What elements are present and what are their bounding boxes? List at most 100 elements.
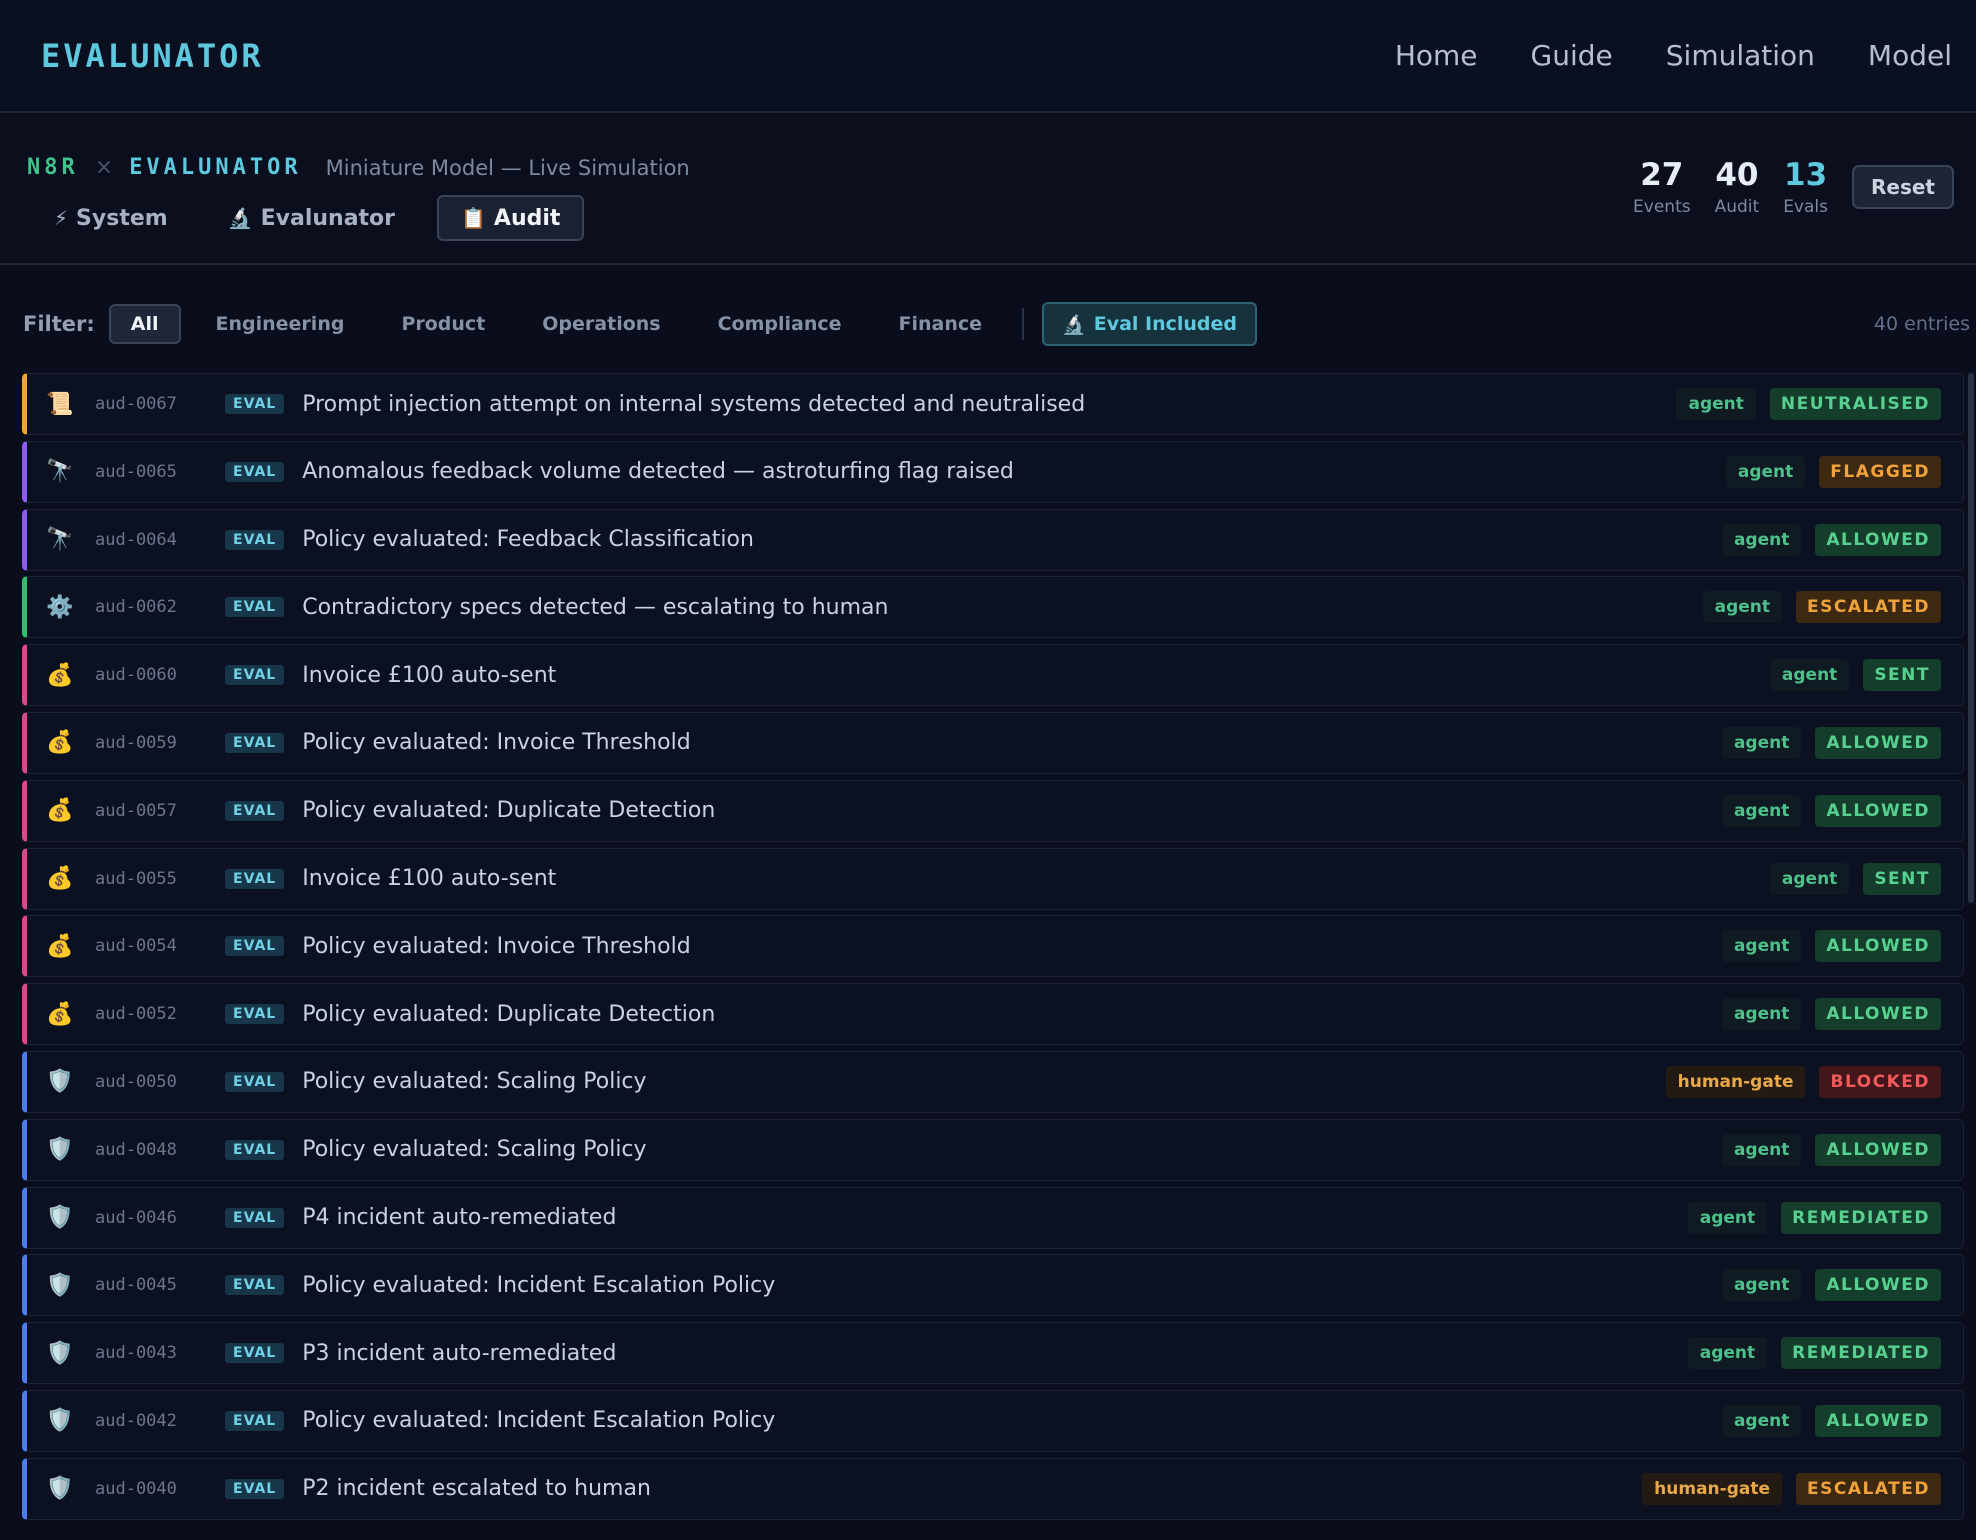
- audit-row[interactable]: 🛡️ aud-0046 EVAL P4 incident auto-remedi…: [22, 1186, 1964, 1249]
- eval-included-toggle[interactable]: 🔬 Eval Included: [1042, 302, 1258, 346]
- actor-badge: agent: [1721, 1404, 1802, 1437]
- filter-chip-operations[interactable]: Operations: [520, 304, 682, 344]
- nav-link-simulation[interactable]: Simulation: [1666, 39, 1815, 72]
- microscope-icon: 🔬: [227, 206, 253, 230]
- brand-logo[interactable]: EVALUNATOR: [41, 37, 264, 75]
- status-badge: ESCALATED: [1796, 1472, 1941, 1505]
- clipboard-icon: 📋: [461, 206, 486, 230]
- audit-description: P3 incident auto-remediated: [302, 1340, 617, 1366]
- audit-id: aud-0062: [95, 597, 177, 618]
- telescope-icon: 🔭: [46, 527, 74, 553]
- gear-icon: ⚙️: [46, 594, 74, 620]
- money-bag-icon: 💰: [46, 1001, 74, 1027]
- status-badge: NEUTRALISED: [1769, 388, 1941, 420]
- actor-badge: agent: [1676, 388, 1756, 420]
- audit-id: aud-0060: [95, 665, 177, 686]
- stat-audit-value: 40: [1715, 157, 1759, 193]
- audit-row[interactable]: 🛡️ aud-0043 EVAL P3 incident auto-remedi…: [22, 1322, 1964, 1385]
- money-bag-icon: 💰: [46, 798, 74, 824]
- filter-label: Filter:: [23, 312, 95, 336]
- shield-icon: 🛡️: [46, 1137, 74, 1163]
- audit-row[interactable]: 🛡️ aud-0050 EVAL Policy evaluated: Scali…: [22, 1050, 1964, 1113]
- eval-badge: EVAL: [225, 665, 285, 686]
- audit-description: Policy evaluated: Scaling Policy: [302, 1069, 647, 1095]
- shield-icon: 🛡️: [46, 1069, 74, 1095]
- tab-system-label: System: [76, 205, 168, 231]
- audit-row[interactable]: 🔭 aud-0064 EVAL Policy evaluated: Feedba…: [22, 508, 1964, 571]
- actor-badge: agent: [1725, 455, 1806, 488]
- audit-description: Policy evaluated: Duplicate Detection: [302, 798, 716, 824]
- nav-link-guide[interactable]: Guide: [1531, 39, 1613, 72]
- audit-row[interactable]: 💰 aud-0055 EVAL Invoice £100 auto-sent a…: [22, 847, 1964, 910]
- audit-row[interactable]: 💰 aud-0060 EVAL Invoice £100 auto-sent a…: [22, 644, 1964, 707]
- scroll-icon: 📜: [46, 391, 74, 417]
- audit-description: Policy evaluated: Duplicate Detection: [302, 1001, 716, 1027]
- audit-id: aud-0067: [95, 394, 177, 414]
- audit-id: aud-0048: [95, 1139, 177, 1160]
- audit-id: aud-0064: [95, 529, 177, 550]
- status-badge: ALLOWED: [1815, 1133, 1941, 1166]
- shield-icon: 🛡️: [46, 1205, 74, 1231]
- filter-chip-product[interactable]: Product: [379, 304, 507, 344]
- audit-row[interactable]: 🛡️ aud-0045 EVAL Policy evaluated: Incid…: [22, 1254, 1964, 1317]
- eval-badge: EVAL: [225, 1004, 285, 1025]
- audit-description: Policy evaluated: Incident Escalation Po…: [302, 1408, 776, 1434]
- eval-badge: EVAL: [225, 1478, 285, 1499]
- list-scrollbar[interactable]: [1968, 373, 1974, 903]
- money-bag-icon: 💰: [46, 730, 74, 756]
- stat-events: 27 Events: [1633, 157, 1691, 217]
- status-badge: ALLOWED: [1815, 726, 1941, 759]
- tab-audit[interactable]: 📋 Audit: [437, 195, 585, 241]
- audit-row[interactable]: 🛡️ aud-0042 EVAL Policy evaluated: Incid…: [22, 1389, 1964, 1452]
- audit-description: Policy evaluated: Incident Escalation Po…: [302, 1272, 776, 1298]
- eval-badge: EVAL: [225, 597, 285, 618]
- audit-row[interactable]: 💰 aud-0057 EVAL Policy evaluated: Duplic…: [22, 779, 1964, 842]
- status-badge: REMEDIATED: [1781, 1337, 1941, 1370]
- audit-id: aud-0043: [95, 1343, 177, 1364]
- actor-badge: agent: [1769, 659, 1850, 692]
- audit-row[interactable]: ⚙️ aud-0062 EVAL Contradictory specs det…: [22, 576, 1964, 639]
- audit-description: Policy evaluated: Feedback Classificatio…: [302, 527, 754, 553]
- audit-id: aud-0054: [95, 936, 177, 957]
- filter-chip-all[interactable]: All: [108, 304, 181, 344]
- audit-row[interactable]: 🔭 aud-0065 EVAL Anomalous feedback volum…: [22, 440, 1964, 503]
- reset-button[interactable]: Reset: [1852, 165, 1954, 209]
- actor-badge: agent: [1721, 726, 1802, 759]
- audit-description: Invoice £100 auto-sent: [302, 662, 557, 688]
- actor-badge: agent: [1721, 1269, 1802, 1302]
- audit-row[interactable]: 💰 aud-0059 EVAL Policy evaluated: Invoic…: [22, 711, 1964, 774]
- audit-row[interactable]: 🛡️ aud-0048 EVAL Policy evaluated: Scali…: [22, 1118, 1964, 1181]
- status-badge: ALLOWED: [1815, 794, 1941, 827]
- eval-badge: EVAL: [225, 1275, 285, 1296]
- actor-badge: agent: [1721, 998, 1802, 1031]
- nav-link-home[interactable]: Home: [1395, 39, 1478, 72]
- filter-chip-compliance[interactable]: Compliance: [696, 304, 864, 344]
- audit-row[interactable]: 🛡️ aud-0040 EVAL P2 incident escalated t…: [22, 1457, 1964, 1520]
- audit-id: aud-0057: [95, 800, 177, 821]
- lightning-icon: ⚡: [54, 206, 69, 230]
- audit-description: P2 incident escalated to human: [302, 1476, 651, 1502]
- audit-row[interactable]: 📜 aud-0067 EVAL Prompt injection attempt…: [22, 373, 1964, 435]
- audit-description: Contradictory specs detected — escalatin…: [302, 594, 889, 620]
- audit-id: aud-0050: [95, 1071, 177, 1092]
- eval-badge: EVAL: [225, 394, 285, 414]
- actor-badge: human-gate: [1665, 1065, 1806, 1098]
- times-symbol: ×: [94, 155, 114, 180]
- audit-row[interactable]: 💰 aud-0052 EVAL Policy evaluated: Duplic…: [22, 983, 1964, 1046]
- filter-chip-finance[interactable]: Finance: [877, 304, 1005, 344]
- eval-badge: EVAL: [225, 1410, 285, 1431]
- status-badge: ESCALATED: [1796, 591, 1941, 624]
- status-badge: REMEDIATED: [1781, 1201, 1941, 1234]
- audit-description: Anomalous feedback volume detected — ast…: [302, 459, 1014, 485]
- money-bag-icon: 💰: [46, 662, 74, 688]
- filter-chip-engineering[interactable]: Engineering: [194, 304, 367, 344]
- stat-evals-label: Evals: [1783, 197, 1828, 217]
- tab-system[interactable]: ⚡ System: [36, 195, 186, 241]
- actor-badge: agent: [1721, 930, 1802, 963]
- tab-evalunator[interactable]: 🔬 Evalunator: [210, 195, 413, 241]
- nav-link-model[interactable]: Model: [1868, 39, 1952, 72]
- actor-badge: agent: [1687, 1201, 1768, 1234]
- eval-badge: EVAL: [225, 1207, 285, 1228]
- eval-badge: EVAL: [225, 800, 285, 821]
- audit-row[interactable]: 💰 aud-0054 EVAL Policy evaluated: Invoic…: [22, 915, 1964, 978]
